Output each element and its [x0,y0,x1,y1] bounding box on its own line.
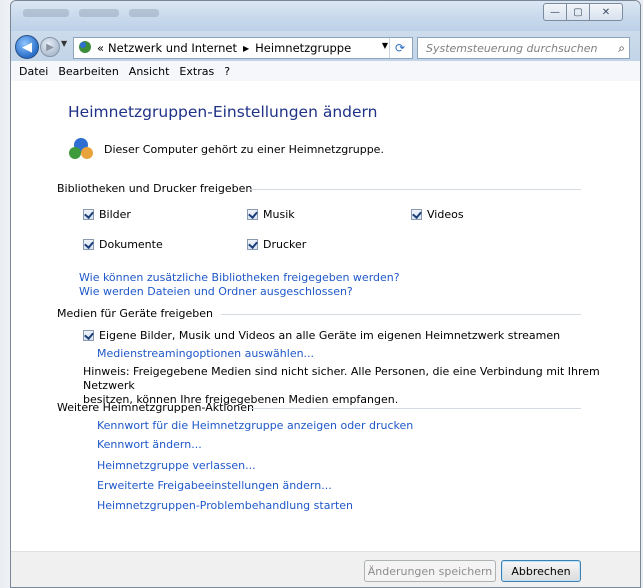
menu-extras[interactable]: Extras [179,65,214,78]
close-button[interactable]: ✕ [589,3,623,21]
checkbox-pictures[interactable]: Bilder [83,208,131,221]
title-bar[interactable]: — ▢ ✕ [11,1,640,31]
breadcrumb-separator-icon[interactable]: ▶ [243,44,249,53]
refresh-icon[interactable]: ⟳ [389,38,410,58]
menu-help[interactable]: ? [224,65,230,78]
menu-file[interactable]: Datei [19,65,48,78]
recent-pages-dropdown[interactable]: ▼ [61,39,67,48]
checkbox-music[interactable]: Musik [247,208,295,221]
background-window-titles [23,9,159,17]
minimize-button[interactable]: — [543,3,567,21]
checkbox-box[interactable] [411,209,422,220]
search-placeholder: Systemsteuerung durchsuchen [426,41,598,55]
checkbox-label: Videos [427,208,464,221]
checkbox-label: Drucker [263,238,307,251]
cancel-button[interactable]: Abbrechen [501,560,581,582]
checkbox-label: Dokumente [99,238,163,251]
breadcrumb-homegroup[interactable]: Heimnetzgruppe [255,41,351,55]
network-icon [77,39,93,58]
address-bar[interactable]: « Netzwerk und Internet ▶ Heimnetzgruppe… [73,37,413,59]
menu-bar: Datei Bearbeiten Ansicht Extras ? [11,61,640,82]
save-changes-button[interactable]: Änderungen speichern [364,560,496,582]
forward-button[interactable]: ▶ [40,37,60,57]
control-panel-window: — ▢ ✕ ◀ ▶ ▼ « Netzwerk und Internet ▶ He… [10,0,641,588]
link-excluded-files[interactable]: Wie werden Dateien und Ordner ausgeschlo… [79,285,353,298]
button-bar: Änderungen speichern Abbrechen [11,551,640,587]
link-streaming-options[interactable]: Medienstreamingoptionen auswählen... [97,347,314,360]
back-arrow-icon: ◀ [22,39,32,55]
checkbox-media-streaming[interactable]: Eigene Bilder, Musik und Videos an alle … [83,329,560,342]
checkbox-box[interactable] [83,239,94,250]
forward-arrow-icon: ▶ [46,41,54,53]
address-overflow[interactable]: « [97,41,104,55]
maximize-button[interactable]: ▢ [566,3,590,21]
maximize-icon: ▢ [573,6,583,18]
menu-edit[interactable]: Bearbeiten [58,65,118,78]
navigation-bar: ◀ ▶ ▼ « Netzwerk und Internet ▶ Heimnetz… [11,31,640,61]
search-input[interactable]: Systemsteuerung durchsuchen ⌕ [417,37,630,59]
link-show-password[interactable]: Kennwort für die Heimnetzgruppe anzeigen… [97,419,413,432]
close-icon: ✕ [601,6,611,18]
menu-view[interactable]: Ansicht [129,65,170,78]
checkbox-videos[interactable]: Videos [411,208,464,221]
minimize-icon: — [550,6,560,18]
main-content: Heimnetzgruppen-Einstellungen ändern Die… [11,81,640,551]
page-title: Heimnetzgruppen-Einstellungen ändern [68,103,378,121]
actions-heading: Weitere Heimnetzgruppen-Aktionen [57,401,254,414]
libraries-divider [249,189,581,190]
media-heading: Medien für Geräte freigeben [57,307,213,320]
breadcrumb-network-internet[interactable]: Netzwerk und Internet [108,41,237,55]
link-leave-homegroup[interactable]: Heimnetzgruppe verlassen... [97,459,256,472]
link-additional-libraries[interactable]: Wie können zusätzliche Bibliotheken frei… [79,271,400,284]
libraries-heading: Bibliotheken und Drucker freigeben [57,182,253,195]
checkbox-box[interactable] [83,330,94,341]
membership-text: Dieser Computer gehört zu einer Heimnetz… [104,143,384,156]
checkbox-label: Eigene Bilder, Musik und Videos an alle … [99,329,561,342]
link-troubleshooter[interactable]: Heimnetzgruppen-Problembehandlung starte… [97,499,353,512]
search-icon[interactable]: ⌕ [618,41,625,56]
checkbox-documents[interactable]: Dokumente [83,238,163,251]
homegroup-icon [68,136,94,162]
note-line: Hinweis: Freigegebene Medien sind nicht … [83,365,600,392]
link-change-password[interactable]: Kennwort ändern... [97,438,202,451]
checkbox-box[interactable] [247,239,258,250]
checkbox-printers[interactable]: Drucker [247,238,306,251]
checkbox-box[interactable] [247,209,258,220]
checkbox-label: Bilder [99,208,131,221]
checkbox-label: Musik [263,208,295,221]
actions-divider [249,408,581,409]
address-dropdown-icon[interactable]: ▼ [382,41,388,50]
link-advanced-sharing[interactable]: Erweiterte Freigabeeinstellungen ändern.… [97,479,332,492]
checkbox-box[interactable] [83,209,94,220]
back-button[interactable]: ◀ [15,35,39,59]
media-divider [221,314,581,315]
